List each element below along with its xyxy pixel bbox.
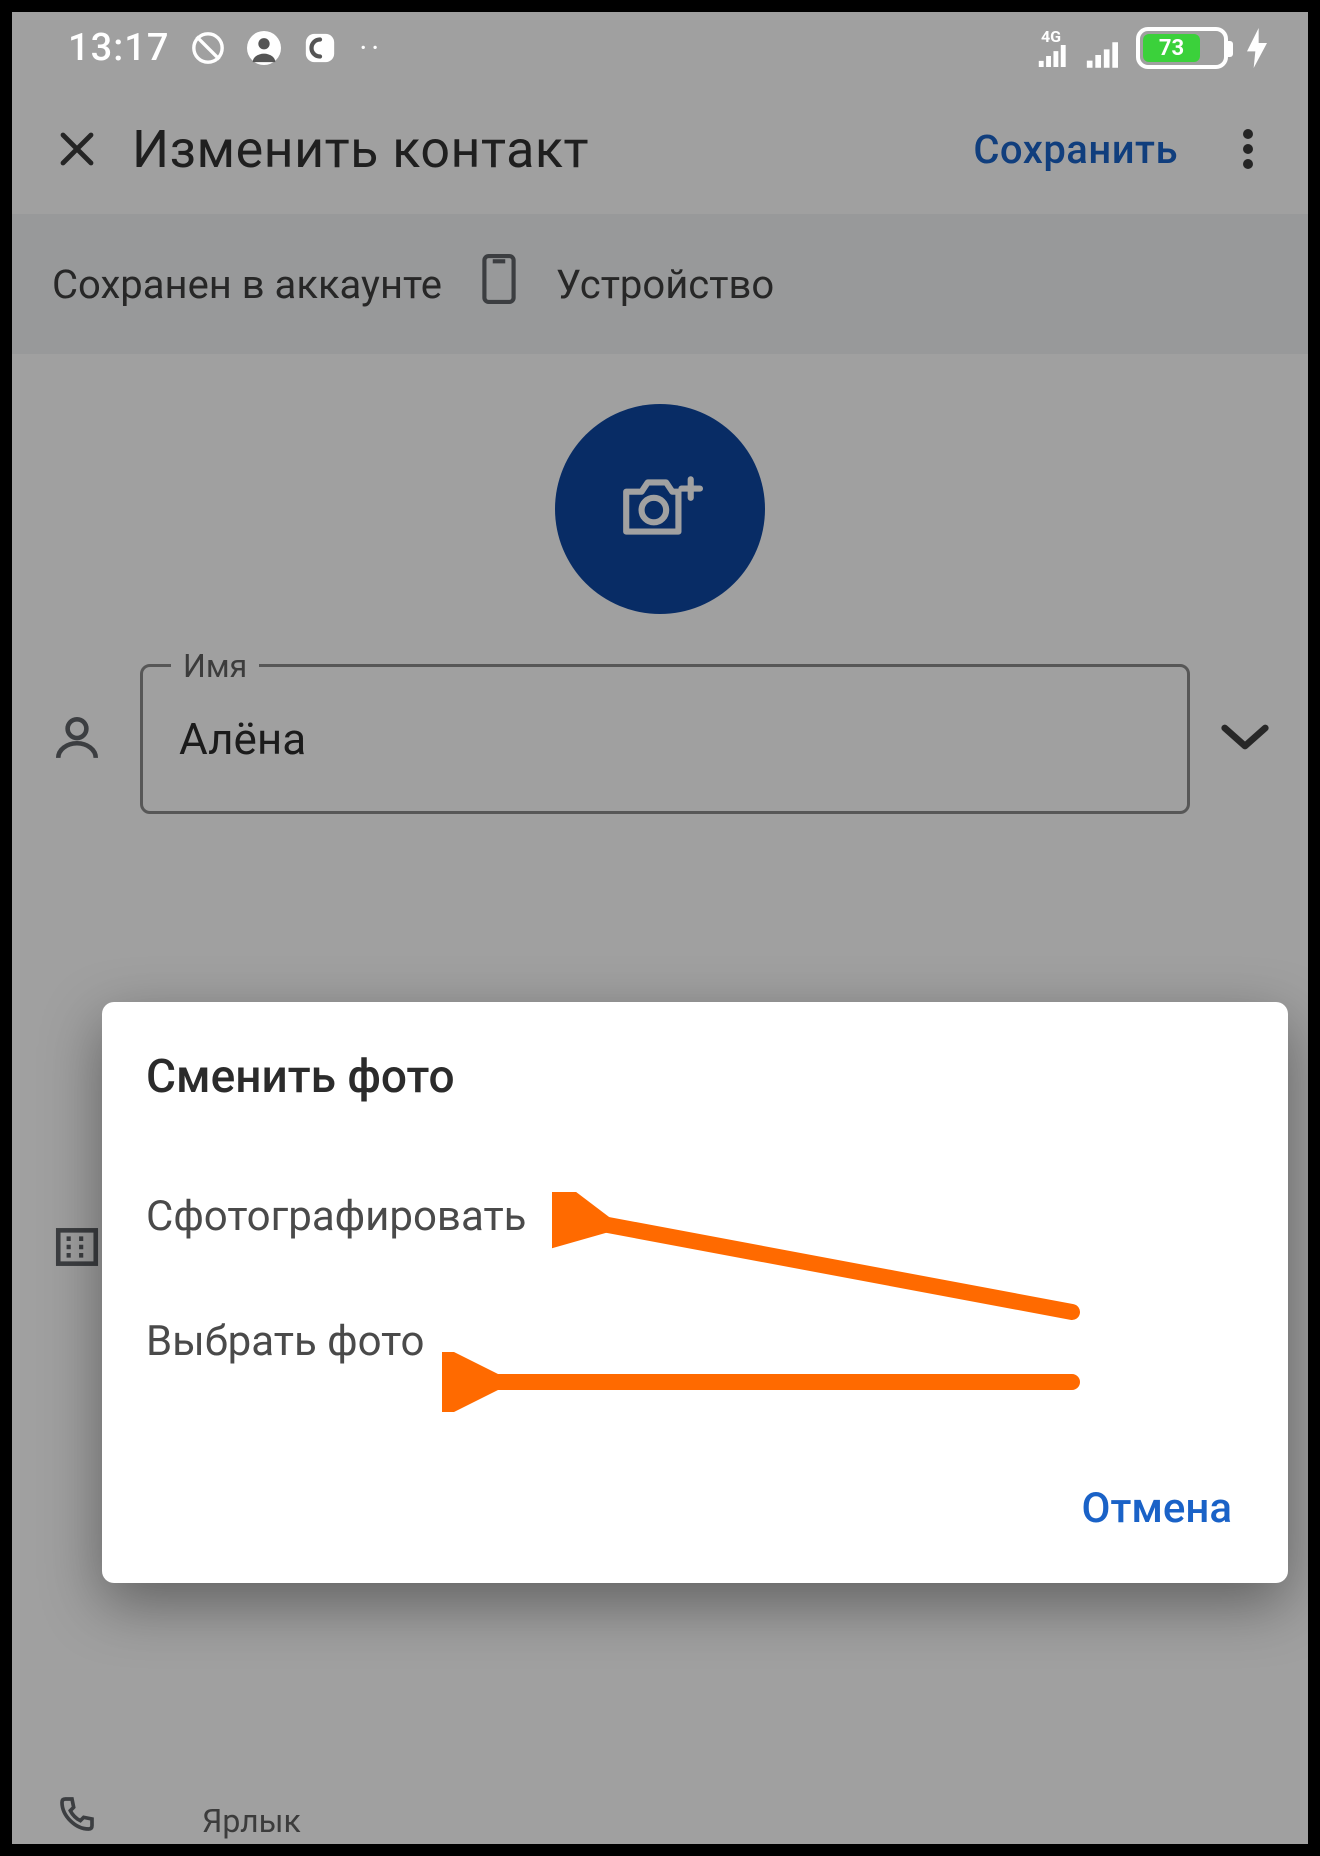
signal-4g-icon: 4G — [1036, 29, 1066, 67]
page-title: Изменить контакт — [132, 119, 973, 180]
name-input[interactable]: Имя Алёна — [140, 664, 1190, 814]
status-bar-left: 13:17 ·· — [68, 26, 383, 70]
storage-location-bar[interactable]: Сохранен в аккаунте Устройство — [12, 214, 1308, 354]
device-icon — [482, 254, 516, 314]
expand-name-button[interactable] — [1218, 720, 1278, 758]
status-bar: 13:17 ·· 4G 73 — [12, 12, 1308, 84]
secondary-field-label-partial: Ярлык — [202, 1802, 301, 1840]
option-take-photo[interactable]: Сфотографировать — [146, 1164, 1244, 1269]
app-bar: Изменить контакт Сохранить — [12, 84, 1308, 214]
signal-icon — [1084, 42, 1118, 68]
phone-icon — [52, 1794, 102, 1838]
app-badge-icon — [303, 31, 337, 65]
saved-in-label: Сохранен в аккаунте — [52, 261, 442, 308]
more-options-button[interactable] — [1218, 119, 1278, 179]
status-bar-right: 4G 73 — [1036, 27, 1268, 69]
phone-screenshot-frame: 13:17 ·· 4G 73 — [0, 0, 1320, 1856]
add-photo-button[interactable] — [555, 404, 765, 614]
battery-percent-label: 73 — [1143, 34, 1200, 62]
name-field-label: Имя — [171, 647, 259, 685]
more-notifications-icon: ·· — [359, 31, 383, 66]
status-clock: 13:17 — [68, 26, 169, 70]
person-icon — [52, 712, 112, 766]
add-photo-icon — [617, 470, 703, 548]
save-button[interactable]: Сохранить — [973, 126, 1178, 173]
name-field-value: Алёна — [179, 713, 306, 765]
option-choose-photo[interactable]: Выбрать фото — [146, 1289, 1244, 1394]
account-icon — [247, 31, 281, 65]
change-photo-dialog: Сменить фото Сфотографировать Выбрать фо… — [102, 1002, 1288, 1583]
do-not-disturb-icon — [191, 31, 225, 65]
name-field-row: Имя Алёна — [12, 664, 1308, 814]
dialog-actions: Отмена — [146, 1464, 1244, 1553]
contact-photo-area — [12, 354, 1308, 664]
close-button[interactable] — [42, 114, 112, 184]
dialog-cancel-button[interactable]: Отмена — [1070, 1464, 1244, 1553]
charging-icon — [1246, 28, 1268, 68]
dialog-title: Сменить фото — [146, 1050, 1244, 1104]
network-type-label: 4G — [1041, 29, 1061, 45]
storage-location-value: Устройство — [556, 261, 774, 308]
battery-indicator: 73 — [1136, 27, 1228, 69]
